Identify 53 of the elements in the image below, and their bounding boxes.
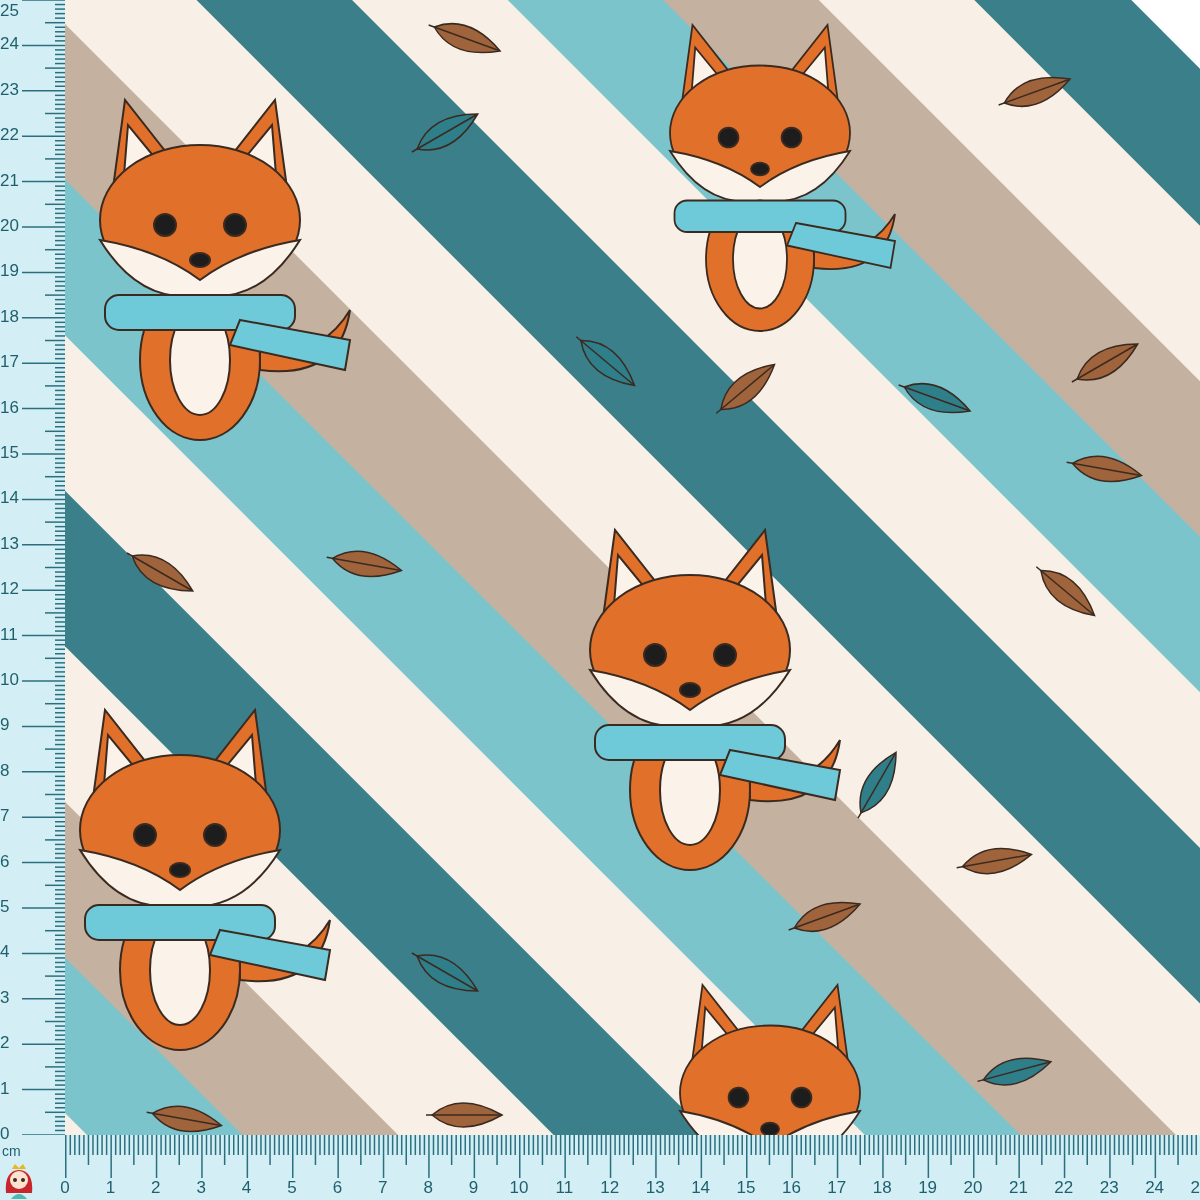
ruler-label: 6 (332, 1178, 343, 1198)
ruler-label: 4 (241, 1178, 252, 1198)
ruler-label: 22 (1054, 1178, 1074, 1198)
ruler-label: 12 (0, 578, 19, 601)
ruler-label: 11 (555, 1178, 574, 1198)
ruler-label: 14 (691, 1178, 711, 1198)
ruler-label: 9 (468, 1178, 479, 1198)
ruler-label: 12 (600, 1178, 620, 1198)
ruler-label: 9 (0, 714, 10, 737)
ruler-label: 3 (196, 1178, 206, 1198)
ruler-label: 15 (0, 442, 19, 464)
ruler-label: 24 (0, 33, 19, 56)
ruler-label: 23 (1099, 1178, 1119, 1198)
ruler-label: 2 (1190, 1178, 1200, 1198)
ruler-label: 0 (0, 1123, 10, 1145)
ruler-label: 7 (378, 1178, 388, 1198)
ruler-label: 4 (0, 941, 10, 964)
ruler-label: 18 (0, 305, 19, 328)
ruler-label: 13 (645, 1178, 665, 1198)
ruler-label: 20 (0, 215, 19, 237)
ruler-label: 18 (872, 1178, 892, 1198)
ruler-label: 21 (0, 169, 19, 192)
ruler-label: 5 (287, 1178, 297, 1198)
ruler-label: 16 (781, 1178, 801, 1198)
ruler-label: 3 (0, 986, 10, 1009)
ruler-label: 1 (105, 1178, 116, 1198)
ruler-label: 1 (0, 1077, 10, 1100)
ruler-label: 2 (151, 1178, 161, 1198)
ruler-label: 8 (0, 759, 10, 782)
ruler-label: 13 (0, 532, 19, 555)
ruler-label: 11 (0, 623, 18, 646)
ruler-label: 16 (0, 396, 19, 419)
ruler-label: 6 (0, 850, 10, 873)
ruler-label: 10 (0, 669, 19, 691)
ruler-label: 20 (963, 1178, 983, 1198)
ruler-label: 25 (0, 0, 19, 22)
ruler-label: 21 (1008, 1178, 1028, 1198)
ruler-label: 14 (0, 487, 19, 510)
ruler-label: 5 (0, 896, 10, 918)
ruler-label: 2 (0, 1032, 10, 1055)
ruler-label: 8 (423, 1178, 433, 1198)
ruler-label: 0 (60, 1178, 70, 1198)
ruler-label: 19 (918, 1178, 938, 1198)
ruler-label: 15 (736, 1178, 756, 1198)
ruler-label: 10 (509, 1178, 529, 1198)
ruler-label: 19 (0, 260, 19, 283)
ruler-label: 24 (1145, 1178, 1165, 1198)
ruler-label: 23 (0, 78, 19, 101)
unit-label: cm (2, 1143, 21, 1159)
ruler-label: 22 (0, 124, 19, 147)
ruler-label: 17 (827, 1178, 847, 1198)
ruler-label: 17 (0, 351, 19, 374)
ruler-label: 7 (0, 805, 10, 828)
